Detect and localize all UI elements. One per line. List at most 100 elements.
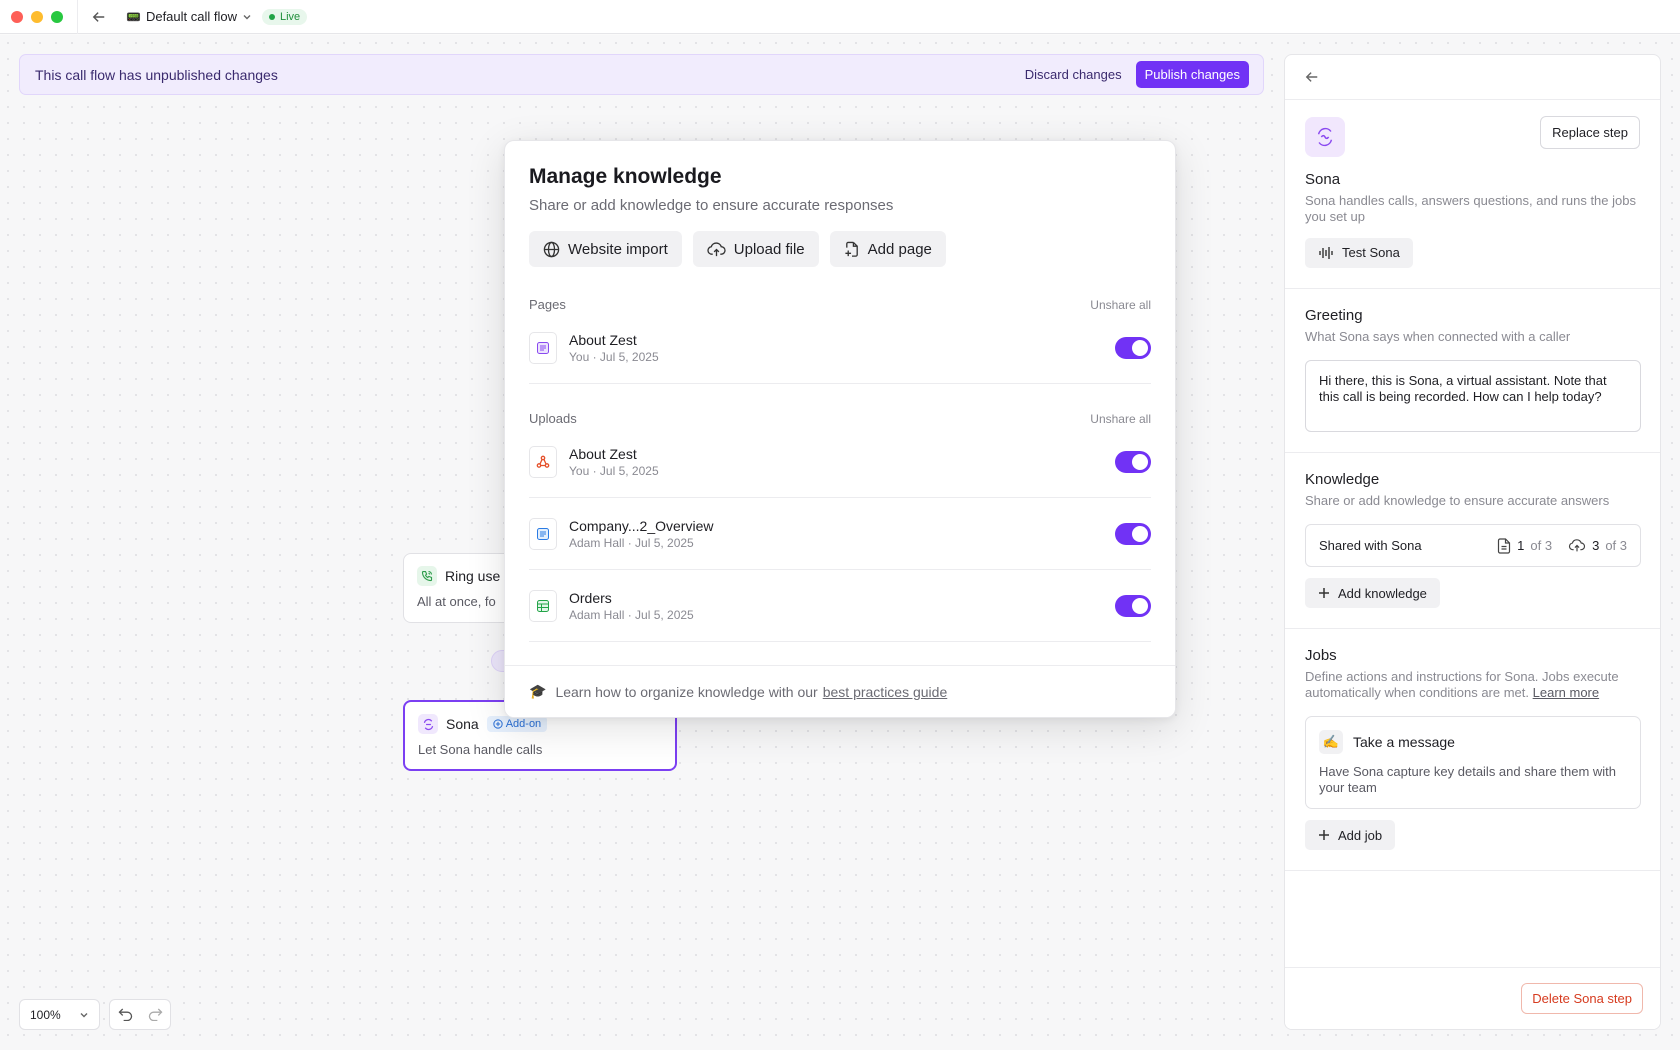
node-subtitle: Let Sona handle calls bbox=[418, 742, 662, 757]
node-title: Sona bbox=[446, 716, 479, 732]
knowledge-title: Knowledge bbox=[1305, 471, 1640, 488]
website-import-button[interactable]: Website import bbox=[529, 231, 682, 267]
greeting-section: Greeting What Sona says when connected w… bbox=[1285, 289, 1660, 453]
share-toggle[interactable] bbox=[1115, 523, 1151, 545]
pages-section-header: Pages Unshare all bbox=[529, 297, 1151, 312]
pages-header: Pages bbox=[529, 297, 566, 312]
addon-label: Add-on bbox=[506, 718, 541, 730]
zoom-value: 100% bbox=[30, 1008, 61, 1022]
panel-footer: Delete Sona step bbox=[1285, 967, 1661, 1029]
knowledge-row: About Zest You · Jul 5, 2025 bbox=[529, 426, 1151, 498]
knowledge-text: Orders Adam Hall · Jul 5, 2025 bbox=[569, 590, 1115, 622]
modal-title: Manage knowledge bbox=[529, 165, 1151, 189]
job-header: ✍️ Take a message bbox=[1319, 730, 1627, 754]
publish-changes-button[interactable]: Publish changes bbox=[1136, 61, 1249, 88]
knowledge-meta: Adam Hall · Jul 5, 2025 bbox=[569, 608, 1115, 622]
knowledge-name: Company...2_Overview bbox=[569, 518, 1115, 534]
manage-knowledge-modal: Manage knowledge Share or add knowledge … bbox=[504, 140, 1176, 718]
graduation-cap-icon: 🎓 bbox=[529, 683, 546, 700]
add-knowledge-row: Add knowledge bbox=[1305, 578, 1640, 608]
pages-count-total: of 3 bbox=[1530, 538, 1552, 553]
sona-section: Replace step Sona Sona handles calls, an… bbox=[1285, 100, 1660, 289]
learn-more-link[interactable]: Learn more bbox=[1533, 685, 1599, 700]
add-page-label: Add page bbox=[868, 241, 932, 258]
job-title: Take a message bbox=[1353, 734, 1455, 750]
unshare-all-pages-button[interactable]: Unshare all bbox=[1090, 298, 1151, 312]
knowledge-meta: Adam Hall · Jul 5, 2025 bbox=[569, 536, 1115, 550]
jobs-description: Define actions and instructions for Sona… bbox=[1305, 669, 1640, 702]
sona-description: Sona handles calls, answers questions, a… bbox=[1305, 193, 1640, 226]
arrow-left-icon[interactable] bbox=[1305, 70, 1319, 84]
discard-changes-button[interactable]: Discard changes bbox=[1025, 67, 1122, 82]
flow-title: Default call flow bbox=[146, 9, 237, 24]
pages-count-value: 1 bbox=[1517, 538, 1524, 553]
minimize-window-button[interactable] bbox=[31, 11, 43, 23]
knowledge-text: About Zest You · Jul 5, 2025 bbox=[569, 332, 1115, 364]
close-window-button[interactable] bbox=[11, 11, 23, 23]
writing-hand-icon: ✍️ bbox=[1319, 730, 1343, 754]
divider bbox=[77, 0, 78, 34]
sona-avatar-icon bbox=[1305, 117, 1345, 157]
pdf-icon bbox=[529, 446, 557, 478]
jobs-title: Jobs bbox=[1305, 647, 1640, 664]
doc-icon bbox=[529, 518, 557, 550]
footer-text: Learn how to organize knowledge with our bbox=[555, 684, 817, 700]
greeting-title: Greeting bbox=[1305, 307, 1640, 324]
add-job-button[interactable]: Add job bbox=[1305, 820, 1395, 850]
knowledge-text: Company...2_Overview Adam Hall · Jul 5, … bbox=[569, 518, 1115, 550]
undo-icon[interactable] bbox=[118, 1008, 133, 1021]
arrow-left-icon bbox=[92, 10, 106, 24]
knowledge-name: About Zest bbox=[569, 332, 1115, 348]
unpublished-banner: This call flow has unpublished changes D… bbox=[19, 54, 1264, 95]
maximize-window-button[interactable] bbox=[51, 11, 63, 23]
modal-footer: 🎓 Learn how to organize knowledge with o… bbox=[505, 665, 1176, 717]
uploads-section-header: Uploads Unshare all bbox=[529, 411, 1151, 426]
addon-badge: Add-on bbox=[487, 716, 547, 732]
cloud-upload-icon bbox=[707, 241, 726, 258]
knowledge-meta: You · Jul 5, 2025 bbox=[569, 350, 1115, 364]
banner-actions: Discard changes Publish changes bbox=[1025, 61, 1249, 88]
unshare-all-uploads-button[interactable]: Unshare all bbox=[1090, 412, 1151, 426]
knowledge-meta: You · Jul 5, 2025 bbox=[569, 464, 1115, 478]
knowledge-name: Orders bbox=[569, 590, 1115, 606]
add-knowledge-button[interactable]: Add knowledge bbox=[1305, 578, 1440, 608]
job-card[interactable]: ✍️ Take a message Have Sona capture key … bbox=[1305, 716, 1641, 810]
plus-icon bbox=[1318, 587, 1330, 599]
shared-label: Shared with Sona bbox=[1319, 538, 1481, 553]
best-practices-link[interactable]: best practices guide bbox=[823, 684, 948, 700]
modal-body: Manage knowledge Share or add knowledge … bbox=[505, 141, 1175, 642]
back-button[interactable] bbox=[86, 4, 112, 30]
jobs-section: Jobs Define actions and instructions for… bbox=[1285, 629, 1660, 871]
knowledge-description: Share or add knowledge to ensure accurat… bbox=[1305, 493, 1640, 509]
share-toggle[interactable] bbox=[1115, 451, 1151, 473]
replace-step-button[interactable]: Replace step bbox=[1540, 116, 1640, 149]
share-toggle[interactable] bbox=[1115, 595, 1151, 617]
flow-selector[interactable]: 📟 Default call flow bbox=[126, 9, 252, 24]
pages-count: 1 of 3 bbox=[1497, 538, 1552, 554]
upload-file-button[interactable]: Upload file bbox=[693, 231, 819, 267]
website-import-label: Website import bbox=[568, 241, 668, 258]
plus-circle-icon bbox=[493, 719, 503, 729]
uploads-header: Uploads bbox=[529, 411, 577, 426]
status-badge: Live bbox=[262, 9, 307, 25]
job-description: Have Sona capture key details and share … bbox=[1319, 764, 1627, 798]
pager-icon: 📟 bbox=[126, 10, 141, 24]
delete-step-button[interactable]: Delete Sona step bbox=[1521, 983, 1643, 1014]
upload-file-label: Upload file bbox=[734, 241, 805, 258]
test-sona-button[interactable]: Test Sona bbox=[1305, 238, 1413, 268]
plus-icon bbox=[1318, 829, 1330, 841]
cloud-upload-icon bbox=[1568, 538, 1586, 553]
sona-icon bbox=[418, 714, 438, 734]
greeting-input[interactable]: Hi there, this is Sona, a virtual assist… bbox=[1305, 360, 1641, 432]
chevron-down-icon bbox=[242, 12, 252, 22]
panel-header bbox=[1285, 55, 1660, 100]
add-page-button[interactable]: Add page bbox=[830, 231, 946, 267]
add-knowledge-label: Add knowledge bbox=[1338, 586, 1427, 601]
redo-icon[interactable] bbox=[148, 1008, 163, 1021]
title-bar: 📟 Default call flow Live bbox=[0, 0, 1680, 34]
shared-with-sona-box[interactable]: Shared with Sona 1 of 3 3 of 3 bbox=[1305, 524, 1641, 567]
greeting-description: What Sona says when connected with a cal… bbox=[1305, 329, 1640, 345]
zoom-select[interactable]: 100% bbox=[19, 999, 100, 1030]
history-controls bbox=[109, 999, 171, 1030]
share-toggle[interactable] bbox=[1115, 337, 1151, 359]
